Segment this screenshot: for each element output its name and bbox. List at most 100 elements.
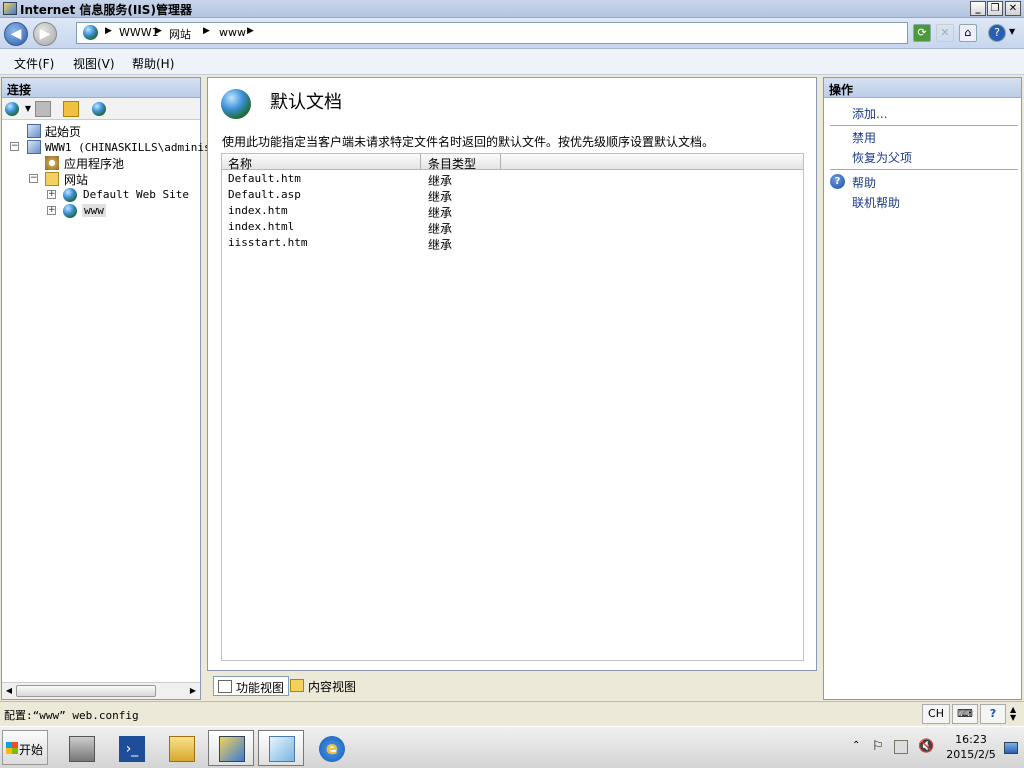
entry-type: 继承 — [428, 238, 453, 252]
scroll-left-icon[interactable]: ◀ — [3, 685, 15, 697]
table-row[interactable]: index.html 继承 — [222, 219, 803, 236]
clock-time: 16:23 — [955, 733, 987, 746]
notepad-icon — [269, 736, 295, 762]
explorer-icon — [169, 736, 195, 762]
disable-action[interactable]: 禁用 — [852, 129, 876, 146]
back-button[interactable]: ◀ — [4, 22, 28, 46]
restore-button[interactable]: ❐ — [987, 1, 1003, 16]
help-dropdown-icon[interactable]: ▼ — [1009, 27, 1015, 36]
taskbar-powershell[interactable]: ›_ — [108, 730, 154, 766]
tab-features-view[interactable]: 功能视图 — [213, 676, 290, 696]
forward-arrow-icon: ▶ — [39, 26, 51, 42]
taskbar-notepad[interactable] — [258, 730, 304, 766]
address-breadcrumb[interactable]: ▶ WWW1 ▶ 网站 ▶ www ▶ — [76, 22, 908, 44]
help-icon[interactable]: ? — [988, 24, 1006, 42]
stop-icon[interactable]: ✕ — [936, 24, 954, 42]
status-text: 配置:“www” web.config — [4, 709, 139, 722]
tree-app-pools[interactable]: 应用程序池 — [64, 155, 124, 172]
divider — [830, 169, 1018, 170]
taskbar: 开始 ›_ e ⌃ ⚐ 🔇 16:23 2015/2/5 — [0, 726, 1024, 768]
actions-title: 操作 — [824, 78, 1021, 98]
online-help-action[interactable]: 联机帮助 — [852, 194, 900, 211]
clock[interactable]: 16:23 2015/2/5 — [946, 732, 996, 762]
help-icon: ? — [830, 174, 845, 189]
network-icon[interactable] — [894, 740, 908, 754]
breadcrumb-sites[interactable]: 网站 — [169, 26, 191, 42]
table-row[interactable]: Default.asp 继承 — [222, 187, 803, 204]
tree-start-page[interactable]: 起始页 — [45, 123, 81, 140]
breadcrumb-separator-icon[interactable]: ▶ — [247, 26, 254, 36]
globe-icon — [83, 25, 98, 40]
forward-button[interactable]: ▶ — [33, 22, 57, 46]
taskbar-explorer[interactable] — [158, 730, 204, 766]
tree-default-web-site[interactable]: Default Web Site — [83, 188, 189, 201]
up-folder-icon[interactable] — [63, 101, 79, 117]
breadcrumb-server[interactable]: WWW1 — [119, 26, 159, 39]
help-action[interactable]: 帮助 — [852, 174, 876, 191]
connect-dropdown-icon[interactable]: ▼ — [20, 101, 36, 117]
tab-label: 内容视图 — [308, 680, 357, 694]
server-manager-icon — [69, 736, 95, 762]
document-name: index.html — [228, 220, 295, 233]
collapse-icon[interactable]: − — [29, 174, 38, 183]
divider — [830, 125, 1018, 126]
document-name: iisstart.htm — [228, 236, 308, 249]
tree-sites[interactable]: 网站 — [64, 171, 88, 188]
menu-view[interactable]: 视图(V) — [73, 55, 115, 72]
taskbar-server-manager[interactable] — [58, 730, 104, 766]
revert-to-parent-action[interactable]: 恢复为父项 — [852, 149, 912, 166]
scroll-right-icon[interactable]: ▶ — [187, 685, 199, 697]
save-icon[interactable] — [35, 101, 51, 117]
scroll-thumb[interactable] — [16, 685, 156, 697]
tab-label: 功能视图 — [236, 681, 285, 695]
expand-icon[interactable]: + — [47, 206, 56, 215]
refresh-icon[interactable]: ⟳ — [913, 24, 931, 42]
breadcrumb-separator-icon[interactable]: ▶ — [203, 26, 210, 36]
help-icon[interactable]: ? — [980, 704, 1006, 724]
close-button[interactable]: ✕ — [1005, 1, 1021, 16]
volume-muted-icon[interactable]: 🔇 — [918, 739, 934, 754]
table-row[interactable]: index.htm 继承 — [222, 203, 803, 220]
taskbar-internet-explorer[interactable]: e — [308, 730, 354, 766]
document-name: Default.htm — [228, 172, 301, 185]
table-row[interactable]: Default.htm 继承 — [222, 171, 803, 188]
minimize-button[interactable]: _ — [970, 1, 986, 16]
column-header-type[interactable]: 条目类型 — [428, 155, 476, 172]
horizontal-scrollbar[interactable]: ◀ ▶ — [2, 682, 200, 699]
taskbar-iis-manager[interactable] — [208, 730, 254, 766]
table-row[interactable]: iisstart.htm 继承 — [222, 235, 803, 252]
breadcrumb-separator-icon[interactable]: ▶ — [105, 26, 112, 36]
keyboard-icon[interactable]: ⌨ — [952, 704, 978, 724]
view-switcher: 功能视图 内容视图 — [207, 673, 817, 699]
language-indicator[interactable]: CH — [922, 704, 950, 724]
action-center-flag-icon[interactable]: ⚐ — [872, 739, 884, 754]
page-description: 使用此功能指定当客户端未请求特定文件名时返回的默认文件。按优先级顺序设置默认文档… — [222, 135, 715, 149]
show-desktop-icon[interactable] — [1004, 742, 1018, 754]
tree-server[interactable]: WWW1 (CHINASKILLS\administ — [45, 141, 217, 154]
start-button[interactable]: 开始 — [2, 730, 48, 765]
column-divider[interactable] — [420, 154, 421, 170]
app-pool-icon — [45, 156, 59, 170]
menu-bar: 文件(F) 视图(V) 帮助(H) — [0, 49, 1024, 75]
default-document-icon — [221, 89, 251, 119]
add-action[interactable]: 添加... — [852, 105, 887, 122]
menu-help[interactable]: 帮助(H) — [132, 55, 174, 72]
tree-www-selected[interactable]: www — [82, 204, 106, 217]
column-divider[interactable] — [500, 154, 501, 170]
column-header-name[interactable]: 名称 — [228, 155, 252, 172]
menu-file[interactable]: 文件(F) — [14, 55, 54, 72]
connect-icon[interactable] — [5, 102, 19, 116]
title-bar: Internet 信息服务(IIS)管理器 _ ❐ ✕ — [0, 0, 1024, 18]
disconnect-icon[interactable] — [92, 102, 106, 116]
home-icon[interactable]: ⌂ — [959, 24, 977, 42]
options-icon[interactable]: ▲ ▼ — [1010, 706, 1016, 722]
tab-content-view[interactable]: 内容视图 — [286, 676, 360, 696]
breadcrumb-site[interactable]: www — [219, 26, 246, 39]
breadcrumb-separator-icon[interactable]: ▶ — [155, 26, 162, 36]
expand-icon[interactable]: + — [47, 190, 56, 199]
connections-title: 连接 — [2, 78, 200, 98]
documents-list[interactable]: 名称 条目类型 Default.htm 继承 Default.asp 继承 in… — [221, 153, 804, 661]
windows-logo-icon — [6, 742, 18, 754]
show-hidden-icons-icon[interactable]: ⌃ — [852, 740, 860, 751]
collapse-icon[interactable]: − — [10, 142, 19, 151]
